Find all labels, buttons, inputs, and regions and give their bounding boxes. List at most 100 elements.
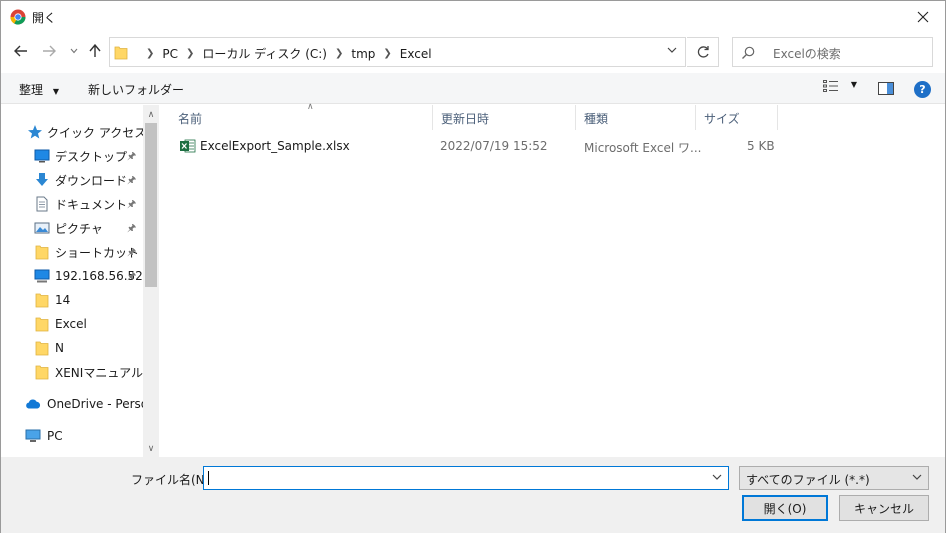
breadcrumb: ❯ PC ❯ ローカル ディスク (C:) ❯ tmp ❯ Excel xyxy=(138,45,432,62)
nav-item-onedrive[interactable]: OneDrive - Person xyxy=(1,393,143,415)
navigation-pane: クイック アクセス デスクトップ 🖈 ダウンロード 🖈 ドキュメント 🖈 ピクチ… xyxy=(1,105,159,457)
nav-item-documents[interactable]: ドキュメント 🖈 xyxy=(1,193,143,215)
details-view-icon xyxy=(823,80,838,92)
file-list: ∧ 名前 更新日時 種類 サイズ ExcelExport_Sample.xlsx… xyxy=(160,102,945,457)
nav-item-network-drive[interactable]: 192.168.56.52 🖈 xyxy=(1,265,143,287)
new-folder-button[interactable]: 新しいフォルダー xyxy=(88,81,184,98)
chevron-right-icon[interactable]: ❯ xyxy=(186,48,194,59)
column-header-label: 更新日時 xyxy=(441,112,490,126)
preview-pane-button[interactable] xyxy=(878,82,894,98)
computer-icon xyxy=(25,429,41,442)
file-modified: 2022/07/19 15:52 xyxy=(440,139,548,153)
pin-icon: 🖈 xyxy=(127,151,137,162)
arrow-right-icon xyxy=(43,45,56,57)
folder-icon xyxy=(35,317,49,332)
nav-item-pc[interactable]: PC xyxy=(1,425,143,447)
scrollbar-thumb[interactable] xyxy=(145,123,157,287)
column-header-type[interactable]: 種類 xyxy=(576,105,696,130)
refresh-icon xyxy=(697,46,709,58)
picture-icon xyxy=(34,222,50,234)
organize-menu[interactable]: 整理 ▼ xyxy=(19,81,59,98)
nav-item-label: Excel xyxy=(55,317,87,331)
help-button[interactable]: ? xyxy=(914,81,931,98)
arrow-up-icon xyxy=(89,44,101,57)
nav-item-folder-excel[interactable]: Excel xyxy=(1,313,143,335)
nav-item-folder-xeni[interactable]: XENIマニュアル用 xyxy=(1,361,143,383)
scroll-up-icon[interactable]: ∧ xyxy=(143,107,159,123)
chevron-right-icon[interactable]: ❯ xyxy=(383,48,391,59)
address-history-chevron-icon[interactable] xyxy=(667,46,677,54)
command-toolbar: 整理 ▼ 新しいフォルダー ▼ xyxy=(1,73,945,104)
folder-icon xyxy=(114,46,128,60)
navigation-pane-scrollbar[interactable]: ∧ ∨ xyxy=(143,105,159,457)
organize-label: 整理 xyxy=(19,83,44,97)
document-icon xyxy=(36,196,48,212)
nav-item-folder-14[interactable]: 14 xyxy=(1,289,143,311)
scroll-down-icon[interactable]: ∨ xyxy=(143,441,159,457)
chevron-down-icon[interactable] xyxy=(712,473,722,481)
nav-item-quick-access[interactable]: クイック アクセス xyxy=(1,121,143,143)
file-type: Microsoft Excel ワ... xyxy=(584,141,702,155)
column-header-modified[interactable]: 更新日時 xyxy=(433,105,576,130)
breadcrumb-tmp[interactable]: tmp xyxy=(351,47,375,61)
column-header-label: 種類 xyxy=(584,112,609,126)
nav-item-label: PC xyxy=(47,429,63,443)
pin-icon: 🖈 xyxy=(127,223,137,234)
column-header-name[interactable]: ∧ 名前 xyxy=(170,102,433,130)
up-button[interactable] xyxy=(85,41,105,61)
chevron-right-icon[interactable]: ❯ xyxy=(335,48,343,59)
desktop-icon xyxy=(34,149,50,163)
navigation-bar: ❯ PC ❯ ローカル ディスク (C:) ❯ tmp ❯ Excel Exce xyxy=(1,33,945,71)
nav-item-downloads[interactable]: ダウンロード 🖈 xyxy=(1,169,143,191)
nav-item-label: ピクチャ xyxy=(55,221,103,236)
close-button[interactable] xyxy=(901,1,945,32)
search-box[interactable]: Excelの検索 xyxy=(732,37,933,67)
open-button[interactable]: 開く(O) xyxy=(742,495,828,521)
column-header-size[interactable]: サイズ xyxy=(696,105,778,130)
address-bar[interactable]: ❯ PC ❯ ローカル ディスク (C:) ❯ tmp ❯ Excel xyxy=(109,37,686,67)
cloud-icon xyxy=(26,399,41,409)
file-size: 5 KB xyxy=(747,139,775,153)
nav-item-shortcut[interactable]: ショートカット 🖈 xyxy=(1,241,143,263)
sort-ascending-icon: ∧ xyxy=(307,102,314,112)
nav-item-label: 14 xyxy=(55,293,71,307)
breadcrumb-excel[interactable]: Excel xyxy=(400,47,432,61)
caret-down-icon: ▼ xyxy=(850,80,857,89)
file-type-select[interactable]: すべてのファイル (*.*) xyxy=(739,466,929,490)
back-button[interactable] xyxy=(11,41,31,61)
breadcrumb-pc[interactable]: PC xyxy=(162,47,178,61)
network-drive-icon xyxy=(34,269,50,283)
folder-icon xyxy=(35,365,49,380)
refresh-button[interactable] xyxy=(687,37,719,67)
nav-item-label: ダウンロード xyxy=(55,173,128,188)
arrow-left-icon xyxy=(14,45,27,57)
download-icon xyxy=(36,173,48,186)
column-header-label: サイズ xyxy=(704,112,740,126)
caret-down-icon: ▼ xyxy=(52,87,59,96)
nav-item-label: クイック アクセス xyxy=(47,125,143,140)
folder-icon xyxy=(35,341,49,356)
nav-item-label: XENIマニュアル用 xyxy=(55,365,143,380)
cancel-button[interactable]: キャンセル xyxy=(839,495,929,521)
chrome-icon xyxy=(10,9,26,25)
search-icon xyxy=(742,46,755,59)
breadcrumb-local-disk[interactable]: ローカル ディスク (C:) xyxy=(202,45,327,62)
nav-item-pictures[interactable]: ピクチャ 🖈 xyxy=(1,217,143,239)
folder-icon xyxy=(35,245,49,260)
nav-item-folder-n[interactable]: N xyxy=(1,337,143,359)
recent-locations-button[interactable] xyxy=(64,41,84,61)
forward-button[interactable] xyxy=(39,41,59,61)
window-title: 開く xyxy=(32,11,57,25)
table-row[interactable]: ExcelExport_Sample.xlsx 2022/07/19 15:52… xyxy=(170,135,780,157)
search-placeholder: Excelの検索 xyxy=(773,47,841,61)
star-icon xyxy=(28,125,42,139)
folder-icon xyxy=(35,293,49,308)
file-type-value: すべてのファイル (*.*) xyxy=(746,473,870,487)
nav-item-label: N xyxy=(55,341,64,355)
pin-icon: 🖈 xyxy=(127,175,137,186)
nav-item-desktop[interactable]: デスクトップ 🖈 xyxy=(1,145,143,167)
filename-field[interactable] xyxy=(203,466,729,490)
view-options-button[interactable]: ▼ xyxy=(823,80,857,95)
close-icon xyxy=(917,11,929,22)
title-bar: 開く xyxy=(1,1,945,33)
